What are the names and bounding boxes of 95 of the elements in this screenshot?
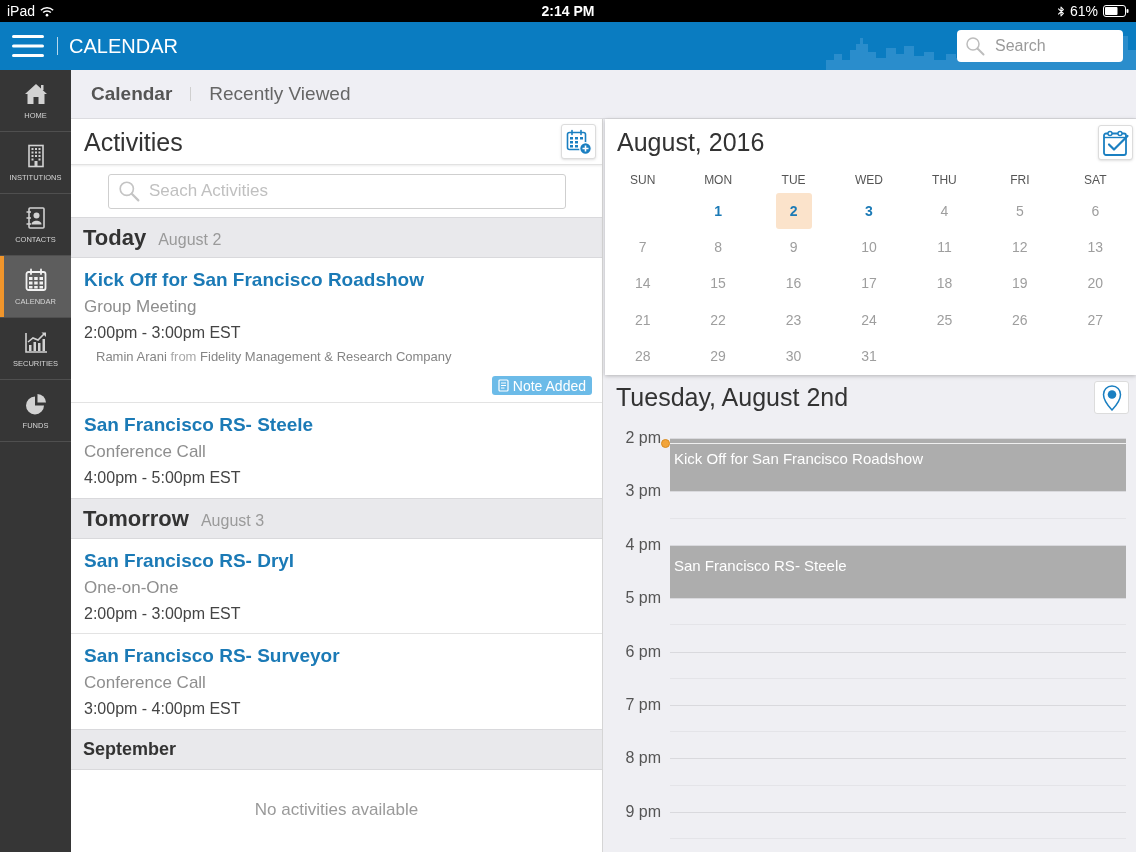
add-activity-button[interactable]	[561, 124, 596, 159]
calendar-day[interactable]: 2	[775, 193, 812, 230]
activity-title[interactable]: Kick Off for San Francisco Roadshow	[84, 267, 424, 293]
calendar-day[interactable]: 3	[851, 193, 887, 230]
calendar-day[interactable]: 24	[851, 302, 887, 339]
calendar-plus-icon	[565, 128, 592, 155]
calendar-day[interactable]: 9	[775, 229, 812, 266]
calendar-icon	[23, 267, 48, 292]
weekday-label: SUN	[630, 172, 656, 189]
calendar-day[interactable]: 19	[1001, 265, 1038, 302]
calendar-day[interactable]: 18	[926, 265, 963, 302]
calendar-day[interactable]: 20	[1077, 265, 1114, 302]
event-block[interactable]: Kick Off for San Francisco Roadshow	[670, 439, 1126, 492]
event-block[interactable]: San Francisco RS- Steele	[670, 545, 1126, 599]
calendar-day[interactable]: 28	[624, 338, 661, 375]
activity-title[interactable]: San Francisco RS- Surveyor	[84, 643, 340, 669]
hour-label: 9 pm	[624, 801, 661, 822]
calendar-day[interactable]: 23	[775, 302, 812, 339]
group-title: Tomorrow	[83, 505, 189, 533]
calendar-day[interactable]: 1	[700, 193, 737, 230]
calendar-day[interactable]: 13	[1077, 229, 1114, 266]
activity-time: 3:00pm - 4:00pm EST	[84, 699, 241, 719]
activity-title[interactable]: San Francisco RS- Steele	[84, 412, 314, 438]
wifi-icon	[40, 5, 55, 17]
calendar-check-icon	[1101, 128, 1130, 157]
activity-time: 4:00pm - 5:00pm EST	[84, 468, 241, 488]
calendar-day[interactable]: 29	[700, 338, 737, 375]
search-field[interactable]: Search	[957, 30, 1123, 62]
weekday-label: THU	[932, 172, 957, 189]
calendar-day[interactable]: 12	[1001, 229, 1038, 266]
attendee-line: Ramin Arani from Fidelity Management & Research Company	[96, 348, 452, 366]
bluetooth-icon	[1057, 4, 1065, 18]
calendar-day[interactable]: 27	[1077, 302, 1114, 339]
calendar-day[interactable]: 10	[851, 229, 887, 266]
map-pin-icon	[1101, 384, 1122, 411]
calendar-day[interactable]: 17	[851, 265, 887, 302]
weekday-label: MON	[704, 172, 733, 189]
calendar-day[interactable]: 25	[926, 302, 963, 339]
note-icon	[497, 379, 509, 392]
group-date: August 3	[200, 510, 265, 531]
activity-title[interactable]: San Francisco RS- Dryl	[84, 548, 295, 574]
hour-label: 8 pm	[624, 748, 661, 769]
group-title: Today	[83, 224, 147, 252]
calendar-day[interactable]: 11	[926, 229, 963, 266]
note-status-text: Note Added	[512, 378, 586, 393]
menu-icon[interactable]	[12, 35, 44, 57]
weekday-label: FRI	[1010, 172, 1030, 189]
hour-label: 4 pm	[624, 534, 661, 555]
activity-type: Conference Call	[84, 441, 206, 463]
weekday-label: TUE	[781, 172, 806, 189]
calendar-day[interactable]: 5	[1001, 193, 1038, 230]
hour-label: 5 pm	[624, 588, 661, 609]
app-title: CALENDAR	[69, 34, 178, 59]
pie-chart-icon	[23, 391, 48, 416]
hour-label: 6 pm	[624, 641, 661, 662]
calendar-day[interactable]: 31	[851, 338, 887, 375]
calendar-day[interactable]: 21	[624, 302, 661, 339]
group-title: September	[83, 738, 177, 761]
activities-title: Activities	[84, 126, 183, 158]
calendar-check-button[interactable]	[1098, 125, 1133, 160]
empty-message: No activities available	[254, 799, 419, 822]
calendar-day[interactable]: 6	[1077, 193, 1114, 230]
search-icon	[965, 36, 985, 56]
hour-label: 3 pm	[624, 481, 661, 502]
home-icon	[23, 81, 48, 106]
battery-percent: 61%	[1070, 1, 1098, 21]
calendar-day[interactable]: 4	[926, 193, 963, 230]
month-title: August, 2016	[617, 127, 765, 158]
activity-type: One-on-One	[84, 577, 179, 599]
activity-type: Conference Call	[84, 672, 206, 694]
activity-time: 2:00pm - 3:00pm EST	[84, 604, 241, 624]
hour-label: 2 pm	[624, 428, 661, 448]
calendar-day[interactable]: 22	[700, 302, 737, 339]
calendar-day[interactable]: 14	[624, 265, 661, 302]
calendar-day[interactable]: 26	[1001, 302, 1038, 339]
activity-type: Group Meeting	[84, 296, 197, 318]
device-name: iPad	[7, 1, 36, 21]
battery-icon	[1103, 5, 1129, 17]
search-icon	[118, 179, 140, 202]
location-button[interactable]	[1094, 381, 1129, 414]
subnav-tab[interactable]: Calendar	[91, 79, 173, 109]
weekday-label: WED	[855, 172, 883, 189]
group-date: August 2	[158, 229, 222, 250]
calendar-day[interactable]: 30	[775, 338, 812, 375]
hour-label: 7 pm	[624, 694, 661, 715]
day-title: Tuesday, August 2nd	[616, 382, 849, 413]
calendar-day[interactable]: 8	[700, 229, 737, 266]
subnav-tab[interactable]: Recently Viewed	[209, 79, 351, 109]
calendar-day[interactable]: 7	[624, 229, 661, 266]
calendar-day[interactable]: 15	[700, 265, 737, 302]
weekday-label: SAT	[1084, 172, 1107, 189]
search-field[interactable]: Seach Activities	[108, 173, 566, 209]
status-time: 2:14 PM	[541, 1, 595, 21]
calendar-day[interactable]: 16	[775, 265, 812, 302]
activity-time: 2:00pm - 3:00pm EST	[84, 323, 241, 343]
